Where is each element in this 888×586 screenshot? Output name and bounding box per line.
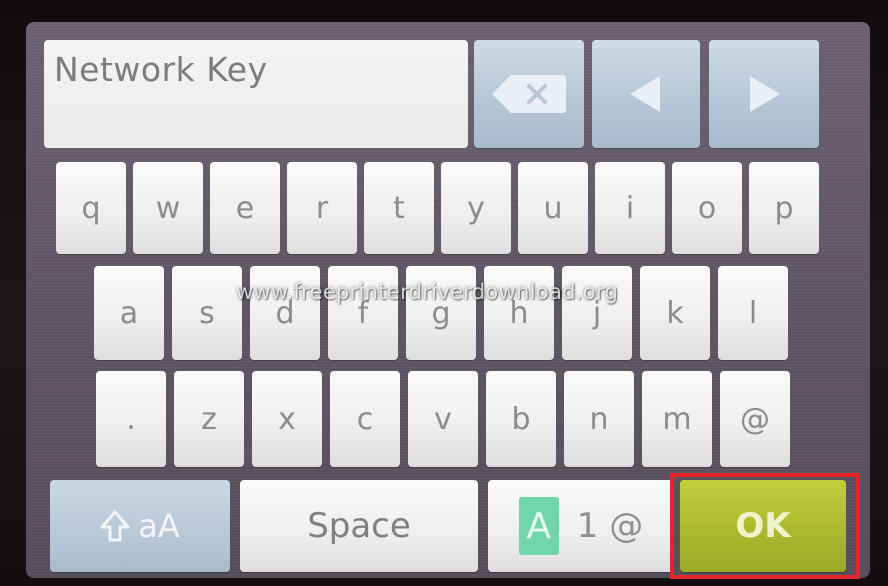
key-y[interactable]: y xyxy=(441,162,511,254)
key-w[interactable]: w xyxy=(133,162,203,254)
key-p[interactable]: p xyxy=(749,162,819,254)
key-at[interactable]: @ xyxy=(720,371,790,467)
key-n[interactable]: n xyxy=(564,371,634,467)
shift-arrow-icon xyxy=(100,510,130,542)
key-m[interactable]: m xyxy=(642,371,712,467)
key-q[interactable]: q xyxy=(56,162,126,254)
backspace-button[interactable] xyxy=(474,40,584,148)
key-o[interactable]: o xyxy=(672,162,742,254)
key-f[interactable]: f xyxy=(328,266,398,360)
cursor-left-button[interactable] xyxy=(592,40,700,148)
network-key-input[interactable]: Network Key xyxy=(44,40,468,148)
key-c[interactable]: c xyxy=(330,371,400,467)
key-period[interactable]: . xyxy=(96,371,166,467)
input-mode-button[interactable]: A 1 @ xyxy=(488,480,674,572)
shift-label: aA xyxy=(138,507,180,545)
key-h[interactable]: h xyxy=(484,266,554,360)
arrow-right-icon xyxy=(742,72,786,116)
key-j[interactable]: j xyxy=(562,266,632,360)
key-r[interactable]: r xyxy=(287,162,357,254)
key-s[interactable]: s xyxy=(172,266,242,360)
backspace-icon xyxy=(489,71,569,117)
ok-highlight-annotation xyxy=(670,473,860,579)
key-u[interactable]: u xyxy=(518,162,588,254)
key-e[interactable]: e xyxy=(210,162,280,254)
key-a[interactable]: a xyxy=(94,266,164,360)
mode-label-rest: 1 @ xyxy=(576,506,644,546)
arrow-left-icon xyxy=(624,72,668,116)
key-t[interactable]: t xyxy=(364,162,434,254)
cursor-right-button[interactable] xyxy=(709,40,819,148)
key-g[interactable]: g xyxy=(406,266,476,360)
space-button[interactable]: Space xyxy=(240,480,478,572)
key-l[interactable]: l xyxy=(718,266,788,360)
key-i[interactable]: i xyxy=(595,162,665,254)
key-x[interactable]: x xyxy=(252,371,322,467)
mode-indicator-alpha: A xyxy=(518,497,559,555)
key-d[interactable]: d xyxy=(250,266,320,360)
shift-button[interactable]: aA xyxy=(50,480,230,572)
key-k[interactable]: k xyxy=(640,266,710,360)
key-z[interactable]: z xyxy=(174,371,244,467)
key-v[interactable]: v xyxy=(408,371,478,467)
input-label: Network Key xyxy=(54,50,268,89)
key-b[interactable]: b xyxy=(486,371,556,467)
